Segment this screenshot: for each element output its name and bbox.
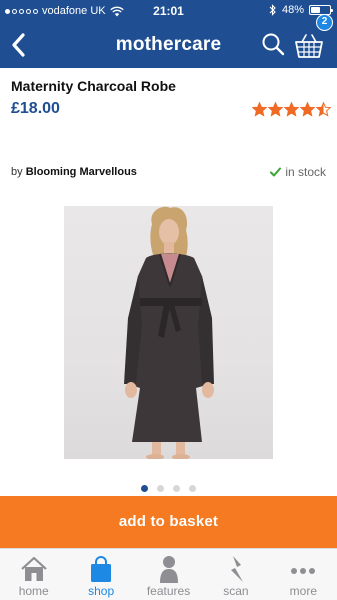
carousel-dot[interactable] (157, 485, 164, 492)
rating-star-icon (252, 102, 267, 117)
search-icon[interactable] (260, 31, 286, 59)
brand-logo: mothercare (115, 34, 222, 55)
shopping-bag-icon (91, 556, 112, 582)
status-bar: vodafone UK 21:01 48% (0, 0, 337, 22)
tab-bar: home shop features scan more (0, 548, 337, 600)
tab-home-label: home (18, 584, 49, 598)
carousel-dot[interactable] (141, 485, 148, 492)
tab-more[interactable]: more (270, 549, 337, 600)
stock-status: in stock (270, 165, 326, 179)
product-title: Maternity Charcoal Robe (11, 78, 176, 94)
tab-shop[interactable]: shop (67, 549, 134, 600)
home-icon (20, 556, 47, 581)
tab-more-label: more (289, 584, 317, 598)
battery-percent: 48% (281, 4, 304, 16)
rating-stars[interactable] (252, 102, 331, 117)
nav-bar: mothercare 2 (0, 14, 337, 68)
product-price: £18.00 (11, 100, 60, 117)
rating-star-icon (316, 102, 331, 117)
carousel-dot[interactable] (173, 485, 180, 492)
product-image[interactable] (64, 206, 273, 459)
bluetooth-icon (269, 4, 276, 16)
carousel-dot[interactable] (189, 485, 196, 492)
product-brand[interactable]: by Blooming Marvellous (11, 166, 137, 178)
stock-label: in stock (285, 165, 326, 179)
rating-star-icon (268, 102, 283, 117)
more-icon (291, 568, 316, 574)
features-icon (159, 556, 178, 583)
check-icon (270, 167, 282, 177)
add-to-basket-button[interactable]: add to basket (0, 496, 337, 548)
tab-shop-label: shop (88, 584, 115, 598)
scan-icon (230, 556, 243, 582)
brand-prefix: by (11, 166, 23, 178)
basket-count-badge: 2 (316, 14, 333, 31)
carousel-pager[interactable] (0, 485, 337, 492)
tab-features[interactable]: features (135, 549, 202, 600)
rating-star-icon (284, 102, 299, 117)
basket-icon[interactable] (294, 32, 324, 60)
app-header: vodafone UK 21:01 48% mothercare 2 (0, 0, 337, 68)
tab-home[interactable]: home (0, 549, 67, 600)
battery-icon (309, 5, 333, 15)
brand-name: Blooming Marvellous (25, 166, 137, 178)
tab-scan-label: scan (223, 584, 249, 598)
tab-scan[interactable]: scan (202, 549, 269, 600)
model-wearing-robe-image (124, 206, 214, 459)
rating-star-icon (300, 102, 315, 117)
tab-features-label: features (146, 584, 191, 598)
